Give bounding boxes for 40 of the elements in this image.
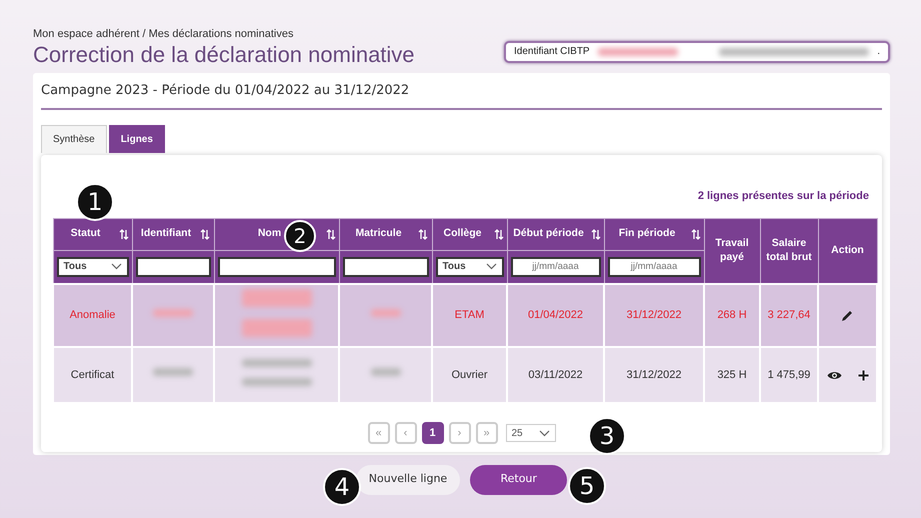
table-cell: 1 475,99: [760, 347, 818, 404]
column-header: Salaire total brut: [760, 218, 818, 284]
table-cell: ETAM: [432, 284, 507, 348]
table-cell: Ouvrier: [432, 347, 507, 404]
header-label: Collège: [444, 227, 482, 241]
table-cell: 325 H: [704, 347, 760, 404]
tab[interactable]: Synthèse: [41, 125, 107, 154]
table-cell: 01/04/2022: [507, 284, 604, 348]
table-cell: 31/12/2022: [604, 347, 704, 404]
header-label: Identifiant: [140, 227, 192, 241]
table-cell: Certificat: [53, 347, 132, 404]
table-cell: 31/12/2022: [604, 284, 704, 348]
date-field[interactable]: jj/mm/aaaa: [608, 256, 700, 277]
tab[interactable]: Lignes: [108, 125, 165, 154]
table-cell: 3 227,64: [760, 284, 818, 348]
header-label: Statut: [70, 227, 100, 241]
table-cell: 268 H: [704, 284, 760, 348]
filter-select[interactable]: Tous: [436, 256, 504, 277]
callout-marker: 4: [323, 468, 361, 506]
header-label: Début période: [513, 227, 584, 241]
date-field[interactable]: jj/mm/aaaa: [510, 256, 600, 277]
back-button[interactable]: Retour: [470, 464, 568, 495]
column-header: Action: [818, 218, 877, 284]
table-cell: 03/11/2022: [507, 347, 604, 404]
field-label: Identifiant CIBTP: [514, 45, 590, 60]
header-label: Fin période: [618, 227, 676, 241]
filter-select[interactable]: Tous: [56, 256, 128, 277]
header-label: Matricule: [355, 227, 402, 241]
header-label: Nom: [258, 227, 282, 241]
row-count: 2 lignes présentes sur la période: [698, 190, 869, 202]
page-button[interactable]: 1: [422, 422, 444, 444]
table-cell: Anomalie: [53, 284, 132, 348]
breadcrumb: Mon espace adhérent / Mes déclarations nominatives: [33, 27, 294, 42]
field-suffix: .: [877, 45, 880, 60]
campaign-heading: Campagne 2023 - Période du 01/04/2022 au 31/12/2022: [41, 80, 882, 110]
callout-marker: 5: [568, 467, 606, 505]
new-line-button[interactable]: Nouvelle ligne: [356, 464, 460, 495]
page-size-select[interactable]: 25: [506, 424, 556, 442]
column-header: Travail payé: [704, 218, 760, 284]
page-title: Correction de la déclaration nominative: [33, 42, 415, 67]
